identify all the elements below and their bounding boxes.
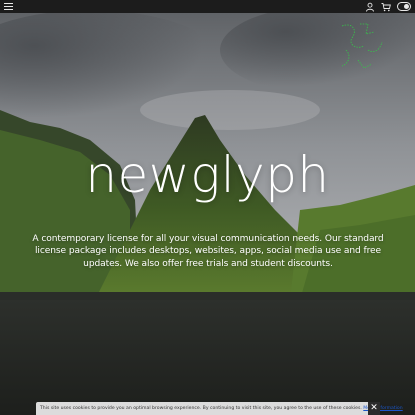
hamburger-menu-icon[interactable] xyxy=(4,2,13,11)
theme-toggle-icon[interactable] xyxy=(397,2,411,11)
hero-description: A contemporary license for all your visu… xyxy=(32,234,384,269)
cookie-text: This site uses cookies to provide you an… xyxy=(40,406,364,411)
page-title: newglyph xyxy=(85,146,330,204)
header-actions xyxy=(365,1,411,12)
top-navigation-bar xyxy=(0,0,415,13)
cookie-banner: This site uses cookies to provide you an… xyxy=(36,402,403,415)
decorative-glyph-graphic xyxy=(341,23,383,69)
cookie-close-button[interactable]: ✕ xyxy=(368,402,380,415)
cart-icon[interactable] xyxy=(381,2,391,12)
user-icon[interactable] xyxy=(365,2,375,12)
cookie-text-wrapper: This site uses cookies to provide you an… xyxy=(36,406,403,411)
